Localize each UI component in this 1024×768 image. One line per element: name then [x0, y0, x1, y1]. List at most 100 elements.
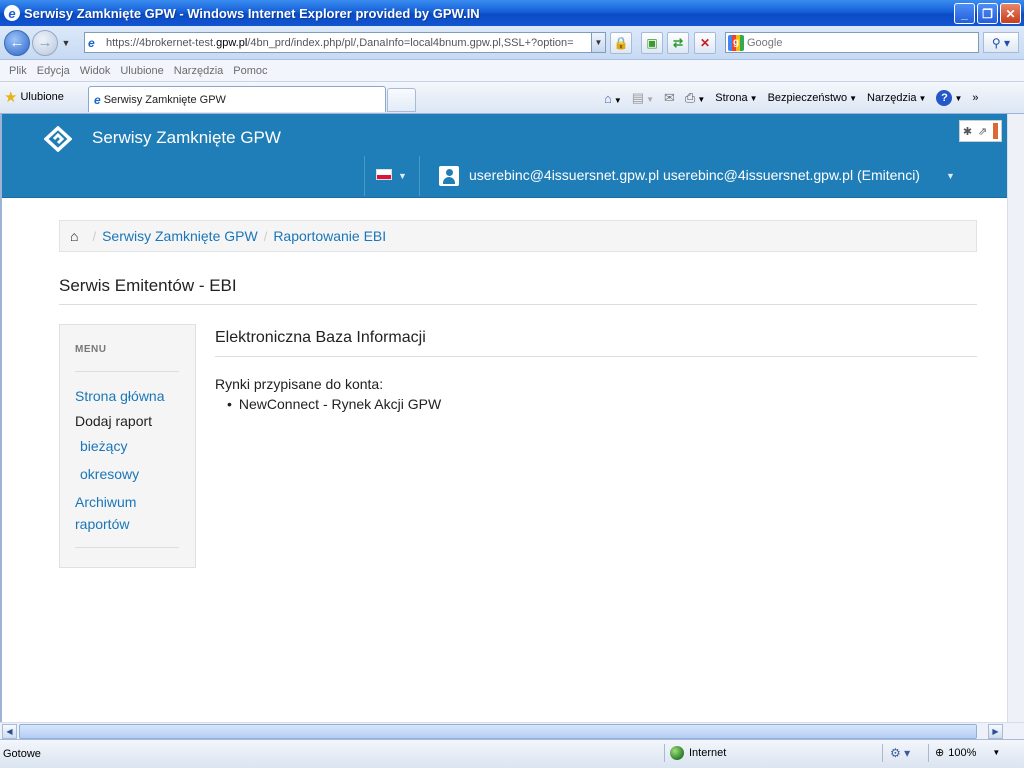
- poland-flag-icon[interactable]: [376, 169, 392, 180]
- sidebar-item-periodic-report[interactable]: okresowy: [80, 463, 139, 485]
- home-icon: ⌂: [604, 90, 612, 106]
- search-button[interactable]: ⚲ ▾: [983, 32, 1019, 53]
- home-icon[interactable]: ⌂: [70, 228, 78, 244]
- menu-view[interactable]: Widok: [80, 65, 111, 77]
- google-icon: g: [728, 34, 744, 51]
- zoom-icon: ⊕: [935, 747, 945, 759]
- ie-logo-icon: e: [4, 5, 20, 21]
- user-icon[interactable]: [439, 166, 459, 186]
- status-text: Gotowe: [3, 748, 41, 760]
- sidebar-menu: MENU Strona główna Dodaj raport bieżący …: [59, 324, 196, 568]
- sidebar-item-archive-line2[interactable]: raportów: [75, 513, 129, 535]
- scroll-right-icon[interactable]: ▶: [988, 724, 1003, 739]
- restore-button[interactable]: ❐: [977, 3, 998, 24]
- menu-help[interactable]: Pomoc: [233, 65, 267, 77]
- sidebar-item-home[interactable]: Strona główna: [75, 385, 165, 407]
- sidebar-item-current-report[interactable]: bieżący: [80, 435, 127, 457]
- gpw-logo-icon: [44, 126, 72, 152]
- divider: [664, 744, 665, 762]
- tab-current[interactable]: e Serwisy Zamknięte GPW: [88, 86, 386, 112]
- mail-icon: ✉: [664, 90, 675, 105]
- breadcrumb: ⌂ / Serwisy Zamknięte GPW / Raportowanie…: [59, 220, 977, 252]
- mail-button[interactable]: ✉: [664, 90, 675, 106]
- star-icon: ★: [4, 89, 18, 106]
- caret-down-icon[interactable]: ▼: [946, 171, 955, 181]
- magnifier-icon: ⚲ ▾: [991, 35, 1011, 50]
- header-divider: [364, 156, 365, 196]
- sidebar-title: MENU: [75, 344, 107, 355]
- popout-icon: ⇗: [977, 125, 988, 138]
- page-menu-label: Strona: [715, 92, 748, 104]
- vertical-scrollbar[interactable]: [1007, 114, 1024, 722]
- arrow-right-icon: →: [37, 34, 53, 51]
- page-icon: e: [94, 92, 101, 107]
- globe-icon: [670, 746, 684, 760]
- url-path: /4bn_prd/index.php/pl/,DanaInfo=local4bn…: [247, 36, 574, 49]
- tab-title: Serwisy Zamknięte GPW: [103, 93, 226, 106]
- page-viewport: Serwisy Zamknięte GPW ▼ userebinc@4issue…: [0, 114, 1007, 722]
- search-input[interactable]: g Google: [725, 32, 979, 53]
- stop-icon[interactable]: ✕: [694, 32, 716, 54]
- page-title: Serwis Emitentów - EBI: [59, 276, 237, 295]
- window-title-bar: e Serwisy Zamknięte GPW - Windows Intern…: [0, 0, 1024, 26]
- security-zone[interactable]: Internet: [670, 746, 726, 760]
- user-menu[interactable]: userebinc@4issuersnet.gpw.pl userebinc@4…: [469, 167, 920, 183]
- zoom-control[interactable]: ⊕ 100% ▼: [935, 746, 1001, 760]
- close-button[interactable]: ✕: [1000, 3, 1021, 24]
- address-dropdown-icon[interactable]: ▼: [591, 33, 605, 52]
- breadcrumb-link-services[interactable]: Serwisy Zamknięte GPW: [102, 228, 258, 244]
- scroll-left-icon[interactable]: ◀: [2, 724, 17, 739]
- url-scheme: https://: [106, 36, 140, 49]
- url-host-prefix: 4brokernet-test.: [139, 36, 217, 49]
- menu-bar: Plik Edycja Widok Ulubione Narzędzia Pom…: [0, 60, 1024, 82]
- status-bar: Gotowe Internet ⚙ ▾ ⊕ 100% ▼: [0, 739, 1024, 768]
- divider: [215, 356, 977, 357]
- caret-down-icon: ▼: [992, 748, 1001, 757]
- tools-menu-button[interactable]: Narzędzia ▼: [867, 92, 926, 104]
- divider: [75, 547, 179, 548]
- addon-widget[interactable]: ✱ ⇗: [959, 120, 1002, 142]
- back-button[interactable]: ←: [4, 29, 30, 56]
- page-menu-button[interactable]: Strona ▼: [715, 92, 757, 104]
- list-item: NewConnect - Rynek Akcji GPW: [227, 396, 441, 412]
- breadcrumb-separator: /: [92, 228, 97, 244]
- favorites-button[interactable]: ★ Ulubione: [4, 88, 64, 106]
- window-title: Serwisy Zamknięte GPW - Windows Internet…: [24, 5, 480, 21]
- header-divider: [419, 156, 420, 196]
- content-heading: Elektroniczna Baza Informacji: [215, 329, 426, 346]
- home-button[interactable]: ⌂ ▼: [604, 91, 622, 106]
- refresh-icon[interactable]: ⇄: [667, 32, 689, 54]
- protected-mode-icon[interactable]: ⚙ ▾: [890, 746, 910, 760]
- chevron-more-icon[interactable]: »: [972, 92, 978, 104]
- forward-button[interactable]: →: [32, 29, 58, 56]
- site-brand-title[interactable]: Serwisy Zamknięte GPW: [92, 128, 281, 148]
- sidebar-item-add-report: Dodaj raport: [75, 413, 153, 429]
- lock-icon[interactable]: 🔒: [610, 32, 632, 54]
- url-host: gpw.pl: [216, 36, 248, 49]
- safety-menu-label: Bezpieczeństwo: [767, 92, 848, 104]
- compatibility-icon[interactable]: ▣: [641, 32, 663, 54]
- breadcrumb-link-ebi[interactable]: Raportowanie EBI: [273, 228, 386, 244]
- scroll-thumb[interactable]: [19, 724, 977, 739]
- menu-edit[interactable]: Edycja: [37, 65, 70, 77]
- help-icon: ?: [936, 90, 953, 106]
- new-tab-button[interactable]: [387, 88, 416, 112]
- menu-tools[interactable]: Narzędzia: [174, 65, 224, 77]
- divider: [75, 371, 179, 372]
- caret-down-icon[interactable]: ▼: [398, 171, 407, 181]
- arrow-left-icon: ←: [9, 34, 25, 51]
- feeds-button[interactable]: ▤ ▼: [632, 90, 654, 106]
- tools-menu-label: Narzędzia: [867, 92, 917, 104]
- horizontal-scrollbar[interactable]: ◀ ▶: [0, 722, 1024, 739]
- menu-favorites[interactable]: Ulubione: [120, 65, 163, 77]
- favorites-label: Ulubione: [20, 91, 64, 103]
- menu-file[interactable]: Plik: [9, 65, 27, 77]
- history-dropdown[interactable]: ▼: [60, 38, 72, 48]
- minimize-button[interactable]: _: [954, 3, 975, 24]
- page-icon: e: [88, 35, 95, 50]
- sidebar-item-archive[interactable]: Archiwum: [75, 491, 136, 513]
- help-button[interactable]: ? ▼: [936, 90, 962, 106]
- address-input[interactable]: e https://4brokernet-test. gpw.pl/4bn_prd…: [84, 32, 606, 53]
- print-button[interactable]: ⎙ ▼: [685, 90, 705, 106]
- safety-menu-button[interactable]: Bezpieczeństwo ▼: [768, 92, 857, 104]
